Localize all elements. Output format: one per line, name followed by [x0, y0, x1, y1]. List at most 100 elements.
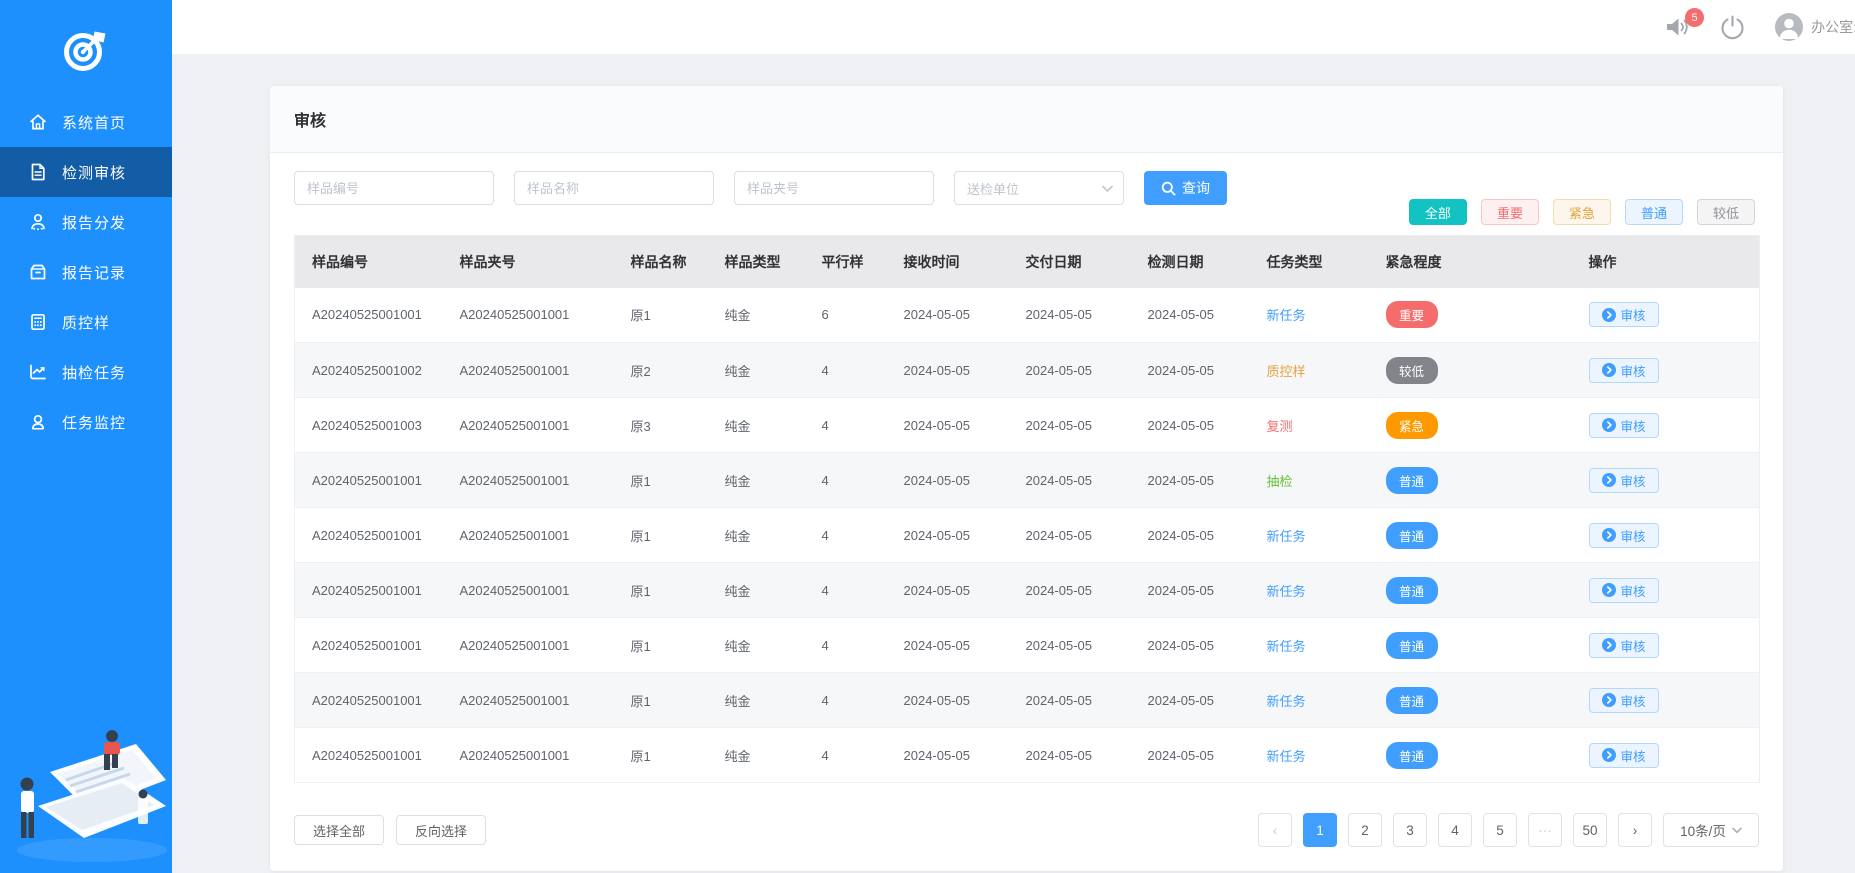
filter-chip-较低[interactable]: 较低 [1697, 199, 1755, 225]
cell-task-type: 新任务 [1250, 618, 1369, 673]
review-button-label: 审核 [1621, 416, 1646, 435]
table-row[interactable]: A20240525001001A20240525001001原1纯金42024-… [295, 453, 1760, 508]
task-type-label: 质控样 [1267, 364, 1306, 379]
sidebar-item-质控样[interactable]: 质控样 [0, 297, 172, 347]
pagination-next[interactable]: › [1618, 813, 1652, 847]
review-button[interactable]: 审核 [1589, 302, 1659, 327]
table-row[interactable]: A20240525001001A20240525001001原1纯金42024-… [295, 728, 1760, 783]
cell-receive-date: 2024-05-05 [887, 728, 1009, 783]
cell-test-date: 2024-05-05 [1131, 398, 1250, 453]
arrow-circle-icon [1602, 363, 1616, 377]
cell-folder-no: A20240525001001 [443, 508, 614, 563]
review-button[interactable]: 审核 [1589, 743, 1659, 768]
sidebar-item-label: 系统首页 [62, 112, 126, 133]
review-button-label: 审核 [1621, 691, 1646, 710]
target-dart-logo-icon [62, 24, 110, 74]
sidebar-menu: 系统首页检测审核报告分发报告记录质控样抽检任务任务监控 [0, 97, 172, 447]
cell-receive-date: 2024-05-05 [887, 398, 1009, 453]
sample-no-input[interactable] [294, 171, 494, 205]
table-row[interactable]: A20240525001001A20240525001001原1纯金42024-… [295, 618, 1760, 673]
filter-chip-重要[interactable]: 重要 [1481, 199, 1539, 225]
pagination-prev[interactable]: ‹ [1258, 813, 1292, 847]
review-button[interactable]: 审核 [1589, 633, 1659, 658]
cell-sample-no: A20240525001001 [295, 618, 443, 673]
urgency-badge: 普通 [1386, 467, 1438, 494]
pagination-page-4[interactable]: 4 [1438, 813, 1472, 847]
cell-folder-no: A20240525001001 [443, 673, 614, 728]
cell-action: 审核 [1572, 728, 1760, 783]
table-row[interactable]: A20240525001001A20240525001001原1纯金42024-… [295, 673, 1760, 728]
table-row[interactable]: A20240525001002A20240525001001原2纯金42024-… [295, 343, 1760, 398]
sidebar-item-报告分发[interactable]: 报告分发 [0, 197, 172, 247]
sidebar-item-报告记录[interactable]: 报告记录 [0, 247, 172, 297]
pagination-page-1[interactable]: 1 [1303, 813, 1337, 847]
cell-sample-no: A20240525001001 [295, 508, 443, 563]
urgency-filter-group: 全部重要紧急普通较低 [1409, 199, 1755, 225]
logout-power-button[interactable] [1719, 14, 1746, 41]
filter-chip-普通[interactable]: 普通 [1625, 199, 1683, 225]
review-button-label: 审核 [1621, 526, 1646, 545]
filter-chip-全部[interactable]: 全部 [1409, 199, 1467, 225]
cell-test-date: 2024-05-05 [1131, 453, 1250, 508]
cell-parallel: 4 [805, 453, 887, 508]
user-menu[interactable]: 办公室:张 [1774, 12, 1855, 42]
sidebar-item-抽检任务[interactable]: 抽检任务 [0, 347, 172, 397]
task-type-label: 新任务 [1267, 529, 1306, 544]
table-row[interactable]: A20240525001001A20240525001001原1纯金42024-… [295, 563, 1760, 618]
cell-sample-type: 纯金 [708, 673, 805, 728]
box-icon [28, 262, 48, 282]
unit-select-placeholder: 送检单位 [967, 179, 1019, 198]
sidebar-item-任务监控[interactable]: 任务监控 [0, 397, 172, 447]
invert-select-button[interactable]: 反向选择 [396, 815, 486, 845]
cell-receive-date: 2024-05-05 [887, 453, 1009, 508]
cell-action: 审核 [1572, 453, 1760, 508]
sample-name-input[interactable] [514, 171, 714, 205]
page-size-select[interactable]: 10条/页 [1663, 813, 1759, 847]
search-button[interactable]: 查询 [1144, 171, 1227, 205]
cell-folder-no: A20240525001001 [443, 398, 614, 453]
cell-parallel: 4 [805, 398, 887, 453]
review-button-label: 审核 [1621, 305, 1646, 324]
review-button[interactable]: 审核 [1589, 578, 1659, 603]
review-button[interactable]: 审核 [1589, 688, 1659, 713]
folder-no-input[interactable] [734, 171, 934, 205]
pagination-page-3[interactable]: 3 [1393, 813, 1427, 847]
task-type-label: 新任务 [1267, 639, 1306, 654]
unit-select[interactable]: 送检单位 [954, 171, 1124, 205]
cell-test-date: 2024-05-05 [1131, 508, 1250, 563]
cell-task-type: 抽检 [1250, 453, 1369, 508]
cell-sample-name: 原1 [614, 673, 708, 728]
filter-chip-紧急[interactable]: 紧急 [1553, 199, 1611, 225]
cell-sample-type: 纯金 [708, 288, 805, 343]
topbar: 5 办公室:张 [172, 0, 1855, 54]
table-row[interactable]: A20240525001001A20240525001001原1纯金62024-… [295, 288, 1760, 343]
sidebar-item-系统首页[interactable]: 系统首页 [0, 97, 172, 147]
urgency-badge: 普通 [1386, 522, 1438, 549]
arrow-circle-icon [1602, 528, 1616, 542]
arrow-circle-icon [1602, 693, 1616, 707]
cell-delivery-date: 2024-05-05 [1009, 673, 1131, 728]
pagination-ellipsis[interactable]: ··· [1528, 813, 1562, 847]
column-header: 紧急程度 [1369, 236, 1572, 288]
notification-bell-button[interactable]: 5 [1664, 15, 1691, 39]
review-button[interactable]: 审核 [1589, 358, 1659, 383]
select-all-button[interactable]: 选择全部 [294, 815, 384, 845]
review-button[interactable]: 审核 [1589, 523, 1659, 548]
cell-delivery-date: 2024-05-05 [1009, 508, 1131, 563]
table-row[interactable]: A20240525001001A20240525001001原1纯金42024-… [295, 508, 1760, 563]
avatar-icon [1774, 12, 1804, 42]
urgency-badge: 普通 [1386, 742, 1438, 769]
cell-sample-type: 纯金 [708, 508, 805, 563]
review-button[interactable]: 审核 [1589, 468, 1659, 493]
cell-action: 审核 [1572, 343, 1760, 398]
pagination-page-50[interactable]: 50 [1573, 813, 1607, 847]
cell-receive-date: 2024-05-05 [887, 618, 1009, 673]
cell-sample-no: A20240525001001 [295, 453, 443, 508]
pagination-page-5[interactable]: 5 [1483, 813, 1517, 847]
urgency-badge: 重要 [1386, 301, 1438, 328]
table-row[interactable]: A20240525001003A20240525001001原3纯金42024-… [295, 398, 1760, 453]
review-button[interactable]: 审核 [1589, 413, 1659, 438]
pagination-page-2[interactable]: 2 [1348, 813, 1382, 847]
arrow-circle-icon [1602, 583, 1616, 597]
sidebar-item-检测审核[interactable]: 检测审核 [0, 147, 172, 197]
